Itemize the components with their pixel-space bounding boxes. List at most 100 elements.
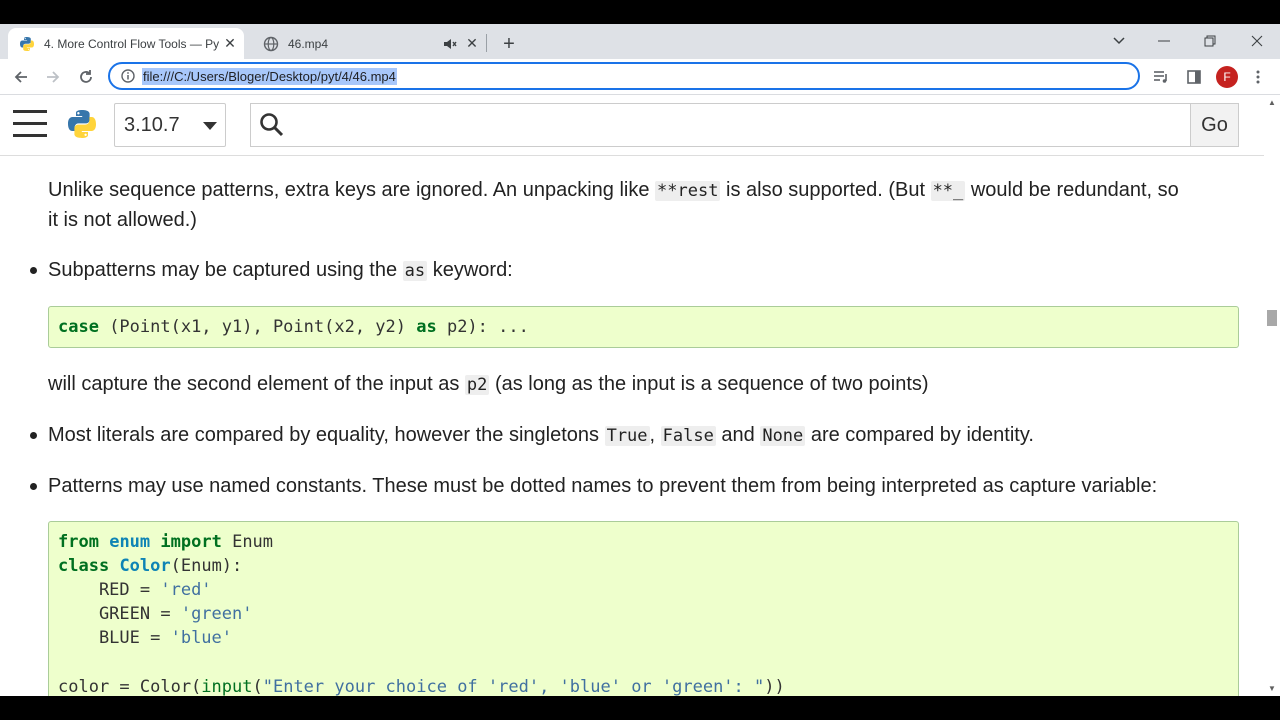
code-keyword: as bbox=[416, 317, 437, 337]
globe-icon bbox=[263, 36, 279, 52]
tab-separator bbox=[486, 34, 487, 52]
list-item: Subpatterns may be captured using the as… bbox=[48, 255, 513, 286]
text: and bbox=[715, 424, 761, 446]
scroll-up-arrow-icon[interactable]: ▲ bbox=[1267, 98, 1277, 108]
text: keyword: bbox=[427, 259, 513, 281]
scrollbar-thumb[interactable] bbox=[1267, 310, 1277, 326]
code-class-name: Color bbox=[119, 556, 171, 576]
inline-code: False bbox=[660, 426, 716, 446]
text: Most literals are compared by equality, … bbox=[48, 424, 605, 446]
side-panel-icon[interactable] bbox=[1183, 66, 1205, 88]
docs-header-bar: 3.10.7 Go bbox=[0, 96, 1264, 156]
list-item: Patterns may use named constants. These … bbox=[48, 475, 1158, 497]
back-arrow-icon[interactable] bbox=[10, 66, 32, 88]
tab-title: 4. More Control Flow Tools — Py bbox=[44, 36, 220, 51]
code-line: BLUE = 'blue' bbox=[58, 626, 232, 650]
paragraph-line: it is not allowed.) bbox=[48, 209, 197, 231]
list-bullet bbox=[30, 483, 37, 490]
code-text: )) bbox=[764, 677, 785, 696]
media-control-icon[interactable] bbox=[1150, 66, 1172, 88]
code-string: "Enter your choice of 'red', 'blue' or '… bbox=[262, 677, 765, 696]
tab-search-chevron-icon[interactable] bbox=[1108, 30, 1130, 52]
minimize-icon[interactable] bbox=[1153, 30, 1175, 52]
code-text: (Point(x1, y1), Point(x2, y2) bbox=[98, 317, 417, 337]
paragraph-line: Unlike sequence patterns, extra keys are… bbox=[48, 175, 1179, 206]
url-text[interactable]: file:///C:/Users/Bloger/Desktop/pyt/4/46… bbox=[142, 67, 397, 85]
profile-avatar[interactable]: F bbox=[1216, 66, 1238, 88]
tab-python-docs[interactable]: 4. More Control Flow Tools — Py ✕ bbox=[8, 28, 244, 59]
code-line: class Color(Enum): bbox=[58, 554, 242, 578]
text: Unlike sequence patterns, extra keys are… bbox=[48, 179, 656, 201]
code-line: color = Color(input("Enter your choice o… bbox=[58, 675, 785, 696]
tab-strip: 4. More Control Flow Tools — Py ✕ 46.mp4… bbox=[0, 24, 1280, 59]
version-select[interactable]: 3.10.7 bbox=[114, 103, 226, 147]
code-text: p2): ... bbox=[436, 317, 529, 337]
browser-toolbar: file:///C:/Users/Bloger/Desktop/pyt/4/46… bbox=[0, 59, 1280, 95]
code-builtin: input bbox=[201, 677, 253, 696]
tab-video[interactable]: 46.mp4 ✕ bbox=[252, 28, 486, 59]
page-scrollbar[interactable]: ▲ ▼ bbox=[1264, 96, 1280, 696]
code-text: ( bbox=[252, 677, 263, 696]
code-text: Enum bbox=[232, 532, 274, 552]
python-favicon-icon bbox=[19, 36, 35, 52]
list-bullet bbox=[30, 432, 37, 439]
code-keyword: from bbox=[58, 532, 99, 552]
dropdown-arrow-icon bbox=[203, 122, 217, 130]
code-text: color = Color( bbox=[58, 677, 202, 696]
browser-window: 4. More Control Flow Tools — Py ✕ 46.mp4… bbox=[0, 24, 1280, 696]
code-block: from enum import Enum class Color(Enum):… bbox=[48, 521, 1239, 696]
code-string: 'green' bbox=[180, 604, 253, 624]
restore-icon[interactable] bbox=[1199, 30, 1221, 52]
docs-search-input[interactable] bbox=[250, 103, 1190, 147]
text: are compared by identity. bbox=[805, 424, 1034, 446]
search-go-button[interactable]: Go bbox=[1190, 103, 1239, 147]
inline-code: p2 bbox=[464, 375, 490, 395]
code-text: RED = bbox=[58, 580, 161, 600]
code-text: (Enum): bbox=[170, 556, 243, 576]
reload-icon[interactable] bbox=[75, 66, 97, 88]
code-module: enum bbox=[109, 532, 151, 552]
inline-code: as bbox=[402, 261, 428, 281]
text: (as long as the input is a sequence of t… bbox=[489, 373, 929, 395]
paragraph-line: will capture the second element of the i… bbox=[48, 369, 929, 400]
code-keyword: class bbox=[58, 556, 110, 576]
search-icon bbox=[260, 113, 284, 137]
site-info-icon[interactable] bbox=[120, 68, 136, 84]
close-window-icon[interactable] bbox=[1246, 30, 1268, 52]
mute-tab-icon[interactable] bbox=[442, 36, 458, 52]
code-line: case (Point(x1, y1), Point(x2, y2) as p2… bbox=[58, 315, 529, 339]
inline-code: **rest bbox=[655, 181, 721, 201]
code-block: case (Point(x1, y1), Point(x2, y2) as p2… bbox=[48, 306, 1239, 348]
code-line: GREEN = 'green' bbox=[58, 602, 253, 626]
code-keyword: case bbox=[58, 317, 99, 337]
code-line: RED = 'red' bbox=[58, 578, 212, 602]
address-bar[interactable]: file:///C:/Users/Bloger/Desktop/pyt/4/46… bbox=[108, 62, 1140, 90]
docs-page: 3.10.7 Go Unlike sequence patterns, extr… bbox=[0, 96, 1264, 696]
list-item: Most literals are compared by equality, … bbox=[48, 420, 1034, 451]
list-bullet bbox=[30, 267, 37, 274]
menu-kebab-icon[interactable] bbox=[1247, 66, 1269, 88]
python-logo-icon[interactable] bbox=[66, 108, 98, 140]
text: , bbox=[649, 424, 661, 446]
inline-code: **_ bbox=[930, 181, 966, 201]
tab-title: 46.mp4 bbox=[288, 36, 329, 51]
inline-code: None bbox=[760, 426, 806, 446]
text: Subpatterns may be captured using the bbox=[48, 259, 403, 281]
hamburger-menu-icon[interactable] bbox=[13, 110, 47, 140]
code-string: 'red' bbox=[160, 580, 212, 600]
code-text: BLUE = bbox=[58, 628, 171, 648]
text: would be redundant, so bbox=[965, 179, 1179, 201]
code-string: 'blue' bbox=[170, 628, 233, 648]
code-line: from enum import Enum bbox=[58, 530, 273, 554]
close-tab-icon[interactable]: ✕ bbox=[464, 35, 480, 52]
version-value: 3.10.7 bbox=[124, 113, 180, 136]
close-tab-icon[interactable]: ✕ bbox=[222, 35, 238, 52]
scroll-down-arrow-icon[interactable]: ▼ bbox=[1267, 684, 1277, 694]
forward-arrow-icon[interactable] bbox=[42, 66, 64, 88]
text: is also supported. (But bbox=[720, 179, 931, 201]
code-text: GREEN = bbox=[58, 604, 181, 624]
inline-code: True bbox=[604, 426, 650, 446]
code-keyword: import bbox=[160, 532, 222, 552]
text: will capture the second element of the i… bbox=[48, 373, 465, 395]
new-tab-plus-icon[interactable]: + bbox=[497, 32, 521, 56]
